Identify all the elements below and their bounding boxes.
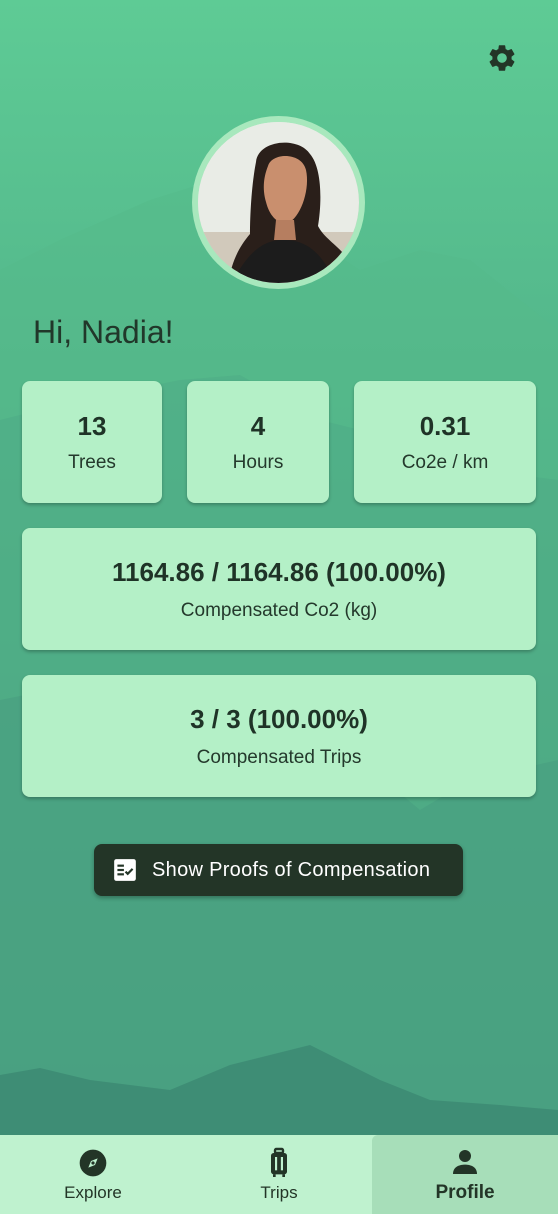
stat-card-hours: 4 Hours: [187, 381, 329, 503]
stat-card-trees: 13 Trees: [22, 381, 162, 503]
avatar-ring[interactable]: [192, 116, 365, 289]
stat-value: 13: [77, 410, 107, 441]
stat-value: 0.31: [419, 410, 471, 441]
stat-card-co2e-per-km: 0.31 Co2e / km: [354, 381, 536, 503]
co2-label: Compensated Co2 (kg): [180, 599, 378, 621]
compensated-trips-card: 3 / 3 (100.00%) Compensated Trips: [22, 675, 536, 797]
luggage-icon: [271, 1147, 287, 1177]
avatar-portrait: [198, 122, 359, 283]
nav-item-profile[interactable]: Profile: [372, 1135, 558, 1214]
nav-item-trips[interactable]: Trips: [186, 1135, 372, 1214]
nav-label-explore: Explore: [64, 1182, 122, 1202]
show-proofs-label: Show Proofs of Compensation: [152, 858, 431, 881]
nav-label-profile: Profile: [435, 1181, 495, 1203]
show-proofs-button[interactable]: Show Proofs of Compensation: [94, 844, 463, 896]
trips-value: 3 / 3 (100.00%): [190, 703, 368, 734]
avatar: [198, 122, 359, 283]
settings-button[interactable]: [484, 40, 520, 76]
gear-icon: [489, 45, 515, 71]
stat-value: 4: [250, 410, 266, 441]
co2-value: 1164.86 / 1164.86 (100.00%): [112, 556, 446, 587]
compass-icon: [79, 1149, 107, 1176]
profile-screen: Hi, Nadia! 13 Trees 4 Hours 0.31 Co2e / …: [0, 0, 558, 1214]
greeting-text: Hi, Nadia!: [33, 314, 174, 350]
stat-label: Hours: [232, 451, 284, 473]
person-icon: [453, 1149, 477, 1174]
stat-label: Co2e / km: [401, 451, 489, 473]
checklist-icon: [114, 859, 136, 881]
trips-label: Compensated Trips: [196, 746, 362, 768]
nav-item-explore[interactable]: Explore: [0, 1135, 186, 1214]
bottom-navigation: Explore Trips Profile: [0, 1135, 558, 1214]
stat-label: Trees: [68, 451, 116, 473]
compensated-co2-card: 1164.86 / 1164.86 (100.00%) Compensated …: [22, 528, 536, 650]
nav-label-trips: Trips: [260, 1182, 298, 1202]
